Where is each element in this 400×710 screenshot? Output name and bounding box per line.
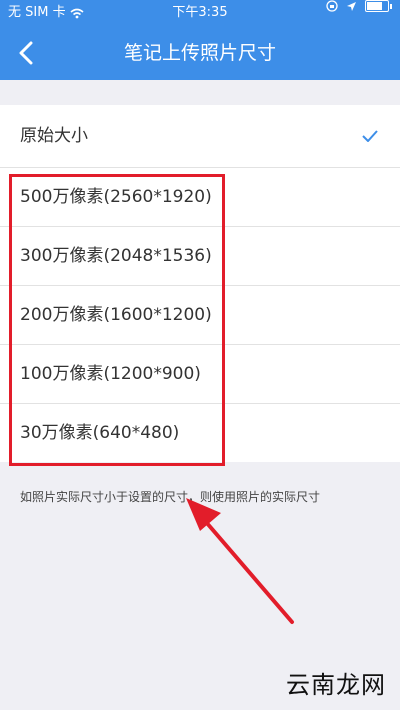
option-label: 100万像素(1200*900): [20, 364, 201, 384]
option-5mp[interactable]: 500万像素(2560*1920): [0, 168, 400, 227]
watermark-logo: 云南龙网: [286, 671, 386, 699]
location-icon: [347, 1, 356, 11]
battery-icon: [365, 0, 389, 12]
header: 无 SIM 卡 下午3:35 笔记上传照片尺寸: [0, 0, 400, 80]
option-label: 30万像素(640*480): [20, 423, 180, 443]
option-label: 200万像素(1600*1200): [20, 305, 212, 325]
option-original[interactable]: 原始大小: [0, 105, 400, 168]
nav-bar: 笔记上传照片尺寸: [0, 30, 400, 76]
option-label: 原始大小: [20, 126, 88, 146]
option-2mp[interactable]: 200万像素(1600*1200): [0, 286, 400, 345]
option-1mp[interactable]: 100万像素(1200*900): [0, 345, 400, 404]
battery-tip: [390, 3, 392, 9]
checkmark-icon: [362, 105, 378, 167]
page-title: 笔记上传照片尺寸: [123, 42, 276, 64]
option-03mp[interactable]: 30万像素(640*480): [0, 404, 400, 462]
option-label: 500万像素(2560*1920): [20, 187, 212, 207]
option-label: 300万像素(2048*1536): [20, 246, 212, 266]
status-bar: 无 SIM 卡 下午3:35: [0, 0, 400, 26]
rotation-lock-icon: [326, 0, 338, 12]
option-3mp[interactable]: 300万像素(2048*1536): [0, 227, 400, 286]
footnote: 如照片实际尺寸小于设置的尺寸，则使用照片的实际尺寸: [20, 490, 321, 504]
status-right: [326, 0, 392, 12]
photo-size-list: 原始大小 500万像素(2560*1920) 300万像素(2048*1536)…: [0, 105, 400, 462]
